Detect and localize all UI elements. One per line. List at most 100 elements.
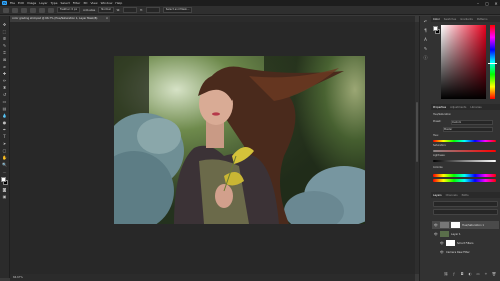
marquee-tool-preset-icon[interactable] bbox=[12, 7, 18, 13]
color-picker-field[interactable] bbox=[441, 25, 486, 99]
link-layers-icon[interactable]: ⛓ bbox=[443, 272, 449, 277]
channel-select[interactable]: Master bbox=[443, 127, 493, 132]
quick-select-tool-icon[interactable]: ✎ bbox=[2, 43, 7, 48]
adjustment-layer-icon[interactable]: ◐ bbox=[467, 272, 473, 277]
width-field[interactable] bbox=[122, 7, 137, 13]
tab-patterns[interactable]: Patterns bbox=[477, 18, 488, 21]
history-brush-tool-icon[interactable]: ↺ bbox=[2, 92, 7, 97]
more-tools-icon[interactable]: … bbox=[2, 169, 7, 174]
new-layer-icon[interactable]: + bbox=[483, 272, 489, 277]
menu-view[interactable]: View bbox=[90, 1, 97, 5]
type-tool-icon[interactable]: T bbox=[2, 134, 7, 139]
select-and-mask-button[interactable]: Select and Mask... bbox=[162, 7, 193, 13]
move-tool-icon[interactable]: ✥ bbox=[2, 22, 7, 27]
tab-properties[interactable]: Properties bbox=[433, 106, 446, 109]
blend-mode-bar[interactable] bbox=[433, 209, 498, 215]
document-tab-title: color grading shot.psd @ 66.7% (Hue/Satu… bbox=[12, 17, 98, 20]
feather-field[interactable]: Feather: 0 px bbox=[57, 7, 81, 13]
menu-help[interactable]: Help bbox=[115, 1, 122, 5]
add-mask-icon[interactable]: ◘ bbox=[459, 272, 465, 277]
home-icon[interactable] bbox=[3, 7, 9, 13]
layer-row[interactable]: 👁 Smart Filters bbox=[432, 239, 499, 247]
hue-slider[interactable] bbox=[490, 25, 495, 99]
delete-layer-icon[interactable]: 🗑 bbox=[491, 272, 497, 277]
style-select[interactable]: Normal bbox=[98, 7, 114, 13]
tab-color[interactable]: Color bbox=[433, 18, 440, 21]
scrollbar-thumb[interactable] bbox=[416, 102, 418, 162]
tab-layers[interactable]: Layers bbox=[433, 194, 442, 197]
visibility-eye-icon[interactable]: 👁 bbox=[434, 223, 438, 227]
add-selection-icon[interactable] bbox=[30, 7, 36, 13]
clone-stamp-tool-icon[interactable]: ♜ bbox=[2, 85, 7, 90]
preset-select[interactable]: Custom bbox=[451, 120, 493, 125]
paragraph-panel-icon[interactable]: ¶ bbox=[423, 28, 428, 33]
tab-libraries[interactable]: Libraries bbox=[470, 106, 481, 109]
info-panel-icon[interactable]: ⓘ bbox=[423, 55, 428, 60]
layer-row[interactable]: 👁 Hue/Saturation 1 bbox=[432, 221, 499, 229]
tab-paths[interactable]: Paths bbox=[462, 194, 469, 197]
new-selection-icon[interactable] bbox=[21, 7, 27, 13]
hand-tool-icon[interactable]: ✋ bbox=[2, 155, 7, 160]
visibility-eye-icon[interactable]: 👁 bbox=[440, 241, 444, 245]
group-icon[interactable]: ▭ bbox=[475, 272, 481, 277]
quick-mask-icon[interactable]: ◙ bbox=[2, 187, 7, 192]
rectangle-tool-icon[interactable]: ▢ bbox=[2, 148, 7, 153]
marquee-tool-icon[interactable]: ⬚ bbox=[2, 29, 7, 34]
menu-edit[interactable]: Edit bbox=[18, 1, 24, 5]
intersect-selection-icon[interactable] bbox=[48, 7, 54, 13]
zoom-tool-icon[interactable]: 🔍 bbox=[2, 162, 7, 167]
screen-mode-icon[interactable]: ▣ bbox=[2, 194, 7, 199]
menu-type[interactable]: Type bbox=[51, 1, 58, 5]
frame-tool-icon[interactable]: ⊠ bbox=[2, 57, 7, 62]
anti-alias-checkbox[interactable]: Anti-alias bbox=[83, 9, 95, 12]
brushes-panel-icon[interactable]: ✎ bbox=[423, 46, 428, 51]
foreground-color-swatch[interactable] bbox=[1, 177, 6, 182]
gradient-tool-icon[interactable]: ▤ bbox=[2, 106, 7, 111]
layer-row[interactable]: 👁 Camera Raw Filter bbox=[432, 248, 499, 256]
menu-select[interactable]: Select bbox=[61, 1, 70, 5]
layer-style-icon[interactable]: ƒ bbox=[451, 272, 457, 277]
properties-title: Hue/Saturation bbox=[433, 113, 452, 116]
pen-tool-icon[interactable]: ✒ bbox=[2, 127, 7, 132]
visibility-eye-icon[interactable]: 👁 bbox=[440, 250, 444, 254]
eraser-tool-icon[interactable]: ▭ bbox=[2, 99, 7, 104]
saturation-label: Saturation: bbox=[433, 144, 447, 147]
hue-range-bar-top bbox=[433, 174, 496, 177]
lasso-tool-icon[interactable]: ᘐ bbox=[2, 36, 7, 41]
layer-row[interactable]: 👁 Layer 1 bbox=[432, 230, 499, 238]
menu-file[interactable]: File bbox=[10, 1, 15, 5]
visibility-eye-icon[interactable]: 👁 bbox=[434, 232, 438, 236]
dodge-tool-icon[interactable]: ● bbox=[2, 120, 7, 125]
menu-layer[interactable]: Layer bbox=[39, 1, 47, 5]
layer-mask-thumbnail[interactable] bbox=[451, 222, 460, 228]
menu-filter[interactable]: Filter bbox=[73, 1, 80, 5]
zoom-level[interactable]: 66.67% bbox=[13, 276, 23, 279]
layer-filter-bar[interactable] bbox=[433, 201, 498, 207]
colorize-checkbox[interactable]: Colorize bbox=[433, 166, 443, 169]
hue-slider-marker[interactable] bbox=[488, 63, 497, 64]
menu-3d[interactable]: 3D bbox=[83, 1, 87, 5]
menu-image[interactable]: Image bbox=[27, 1, 36, 5]
menu-window[interactable]: Window bbox=[101, 1, 113, 5]
panel-foreground-swatch[interactable] bbox=[433, 26, 438, 31]
healing-brush-tool-icon[interactable]: ✚ bbox=[2, 71, 7, 76]
tab-gradients[interactable]: Gradients bbox=[460, 18, 473, 21]
brush-tool-icon[interactable]: ✏ bbox=[2, 78, 7, 83]
hue-adjust-slider[interactable] bbox=[433, 140, 496, 142]
saturation-adjust-slider[interactable] bbox=[433, 150, 496, 152]
tab-swatches[interactable]: Swatches bbox=[444, 18, 456, 21]
character-panel-icon[interactable]: A bbox=[423, 37, 428, 42]
tab-adjustments[interactable]: Adjustments bbox=[450, 106, 466, 109]
path-selection-tool-icon[interactable]: ➤ bbox=[2, 141, 7, 146]
tab-channels[interactable]: Channels bbox=[446, 194, 458, 197]
photoshop-logo[interactable]: Ps bbox=[2, 1, 7, 5]
eyedropper-tool-icon[interactable]: ⌀ bbox=[2, 64, 7, 69]
document-canvas-image[interactable] bbox=[114, 56, 365, 224]
height-field[interactable] bbox=[145, 7, 160, 13]
subtract-selection-icon[interactable] bbox=[39, 7, 45, 13]
blur-tool-icon[interactable]: 💧 bbox=[2, 113, 7, 118]
lightness-adjust-slider[interactable] bbox=[433, 160, 496, 162]
history-panel-icon[interactable]: ↶ bbox=[423, 19, 428, 24]
crop-tool-icon[interactable]: ⌗ bbox=[2, 50, 7, 55]
tools-panel: ✥ ⬚ ᘐ ✎ ⌗ ⊠ ⌀ ✚ ✏ ♜ ↺ ▭ ▤ 💧 ● ✒ T ➤ ▢ ✋ … bbox=[0, 16, 10, 278]
